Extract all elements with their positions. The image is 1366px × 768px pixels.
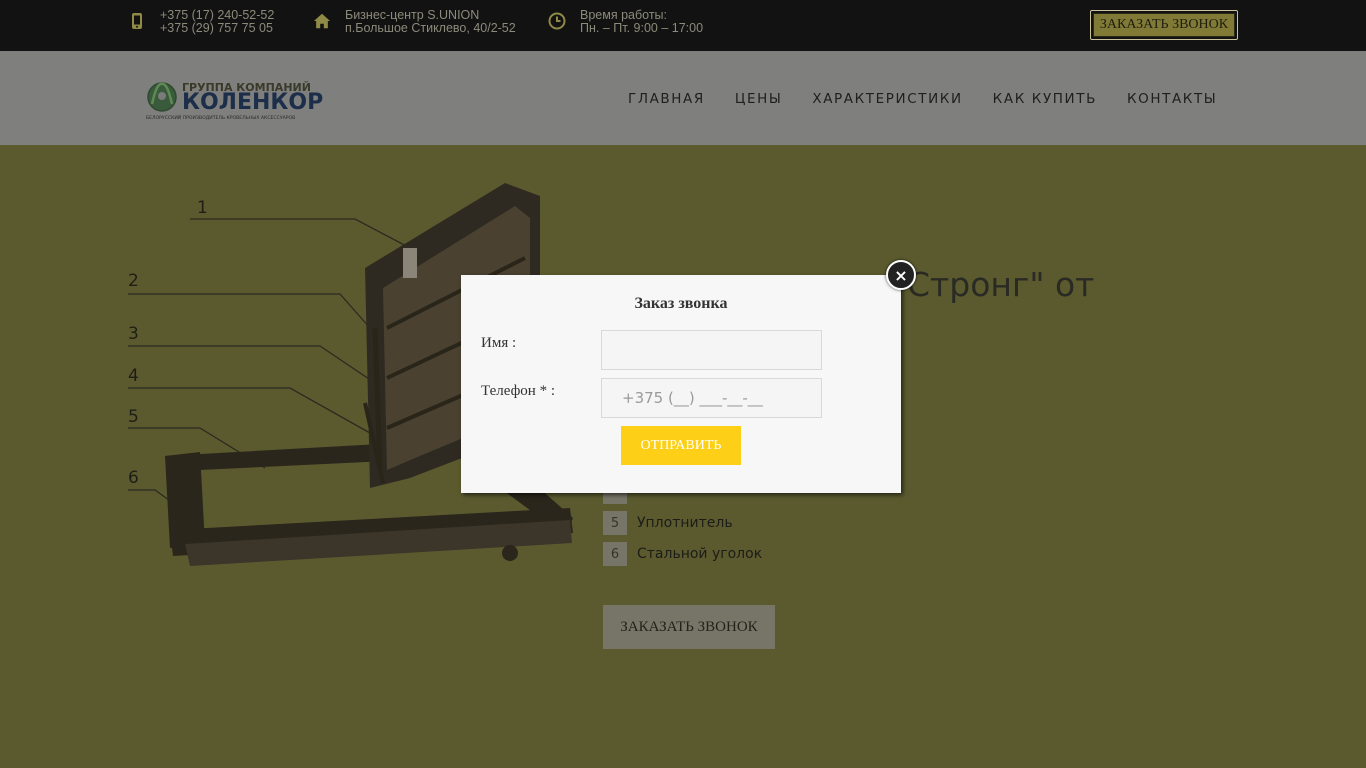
hours-text: Время работы: Пн. – Пт. 9:00 – 17:00 (580, 9, 703, 35)
submit-button[interactable]: ОТПРАВИТЬ (621, 426, 741, 465)
logo-line-3: БЕЛОРУССКИЙ ПРОИЗВОДИТЕЛЬ КРОВЕЛЬНЫХ АКС… (146, 114, 295, 121)
legend-number-badge: 6 (603, 542, 627, 566)
modal-title: Заказ звонка (634, 295, 728, 312)
callout-6: 6 (128, 468, 139, 488)
top-bar: +375 (17) 240-52-52 +375 (29) 757 75 05 … (0, 0, 1366, 51)
callout-5: 5 (128, 407, 139, 427)
address-line-2: п.Большое Стиклево, 40/2-52 (345, 21, 516, 35)
legend-number-badge: 5 (603, 511, 627, 535)
nav-item-characteristics[interactable]: ХАРАКТЕРИСТИКИ (812, 91, 962, 111)
nav-item-how-to-buy[interactable]: КАК КУПИТЬ (993, 91, 1097, 111)
callout-2: 2 (128, 271, 139, 291)
main-nav: ГЛАВНАЯ ЦЕНЫ ХАРАКТЕРИСТИКИ КАК КУПИТЬ К… (628, 91, 1247, 111)
company-logo[interactable]: ГРУППА КОМПАНИЙ КОЛЕНКОР БЕЛОРУССКИЙ ПРО… (144, 76, 334, 122)
clock-icon (548, 12, 566, 30)
logo-emblem-icon (147, 82, 177, 112)
topbar-callback-label: ЗАКАЗАТЬ ЗВОНОК (1093, 13, 1235, 37)
legend-label: Стальной уголок (637, 546, 763, 562)
phone-2[interactable]: +375 (29) 757 75 05 (160, 22, 274, 35)
legend-item: 5 Уплотнитель (603, 511, 733, 535)
page-title-visible: Стронг" от (907, 265, 1095, 304)
phone-input[interactable]: +375 (__) ___-__-__ (601, 378, 822, 418)
contact-hours: Время работы: Пн. – Пт. 9:00 – 17:00 (548, 9, 703, 35)
main-callback-button[interactable]: ЗАКАЗАТЬ ЗВОНОК (603, 605, 775, 649)
name-input[interactable] (601, 330, 822, 370)
legend-label: Уплотнитель (637, 515, 733, 531)
contact-address: Бизнес-центр S.UNION п.Большое Стиклево,… (313, 9, 516, 35)
phones-text: +375 (17) 240-52-52 +375 (29) 757 75 05 (160, 9, 274, 35)
hours-value: Пн. – Пт. 9:00 – 17:00 (580, 21, 704, 35)
contact-phones: +375 (17) 240-52-52 +375 (29) 757 75 05 (128, 9, 274, 35)
callout-3: 3 (128, 324, 139, 344)
callout-1: 1 (197, 198, 208, 218)
legend-item: 6 Стальной уголок (603, 542, 762, 566)
callback-modal: Заказ звонка Имя : Телефон * : +375 (__)… (461, 275, 901, 493)
phone-icon (128, 12, 146, 30)
nav-item-home[interactable]: ГЛАВНАЯ (628, 91, 705, 111)
phone-label: Телефон * : (481, 383, 555, 399)
nav-item-contacts[interactable]: КОНТАКТЫ (1127, 91, 1217, 111)
home-icon (313, 12, 331, 30)
topbar-callback-button[interactable]: ЗАКАЗАТЬ ЗВОНОК (1090, 10, 1238, 40)
logo-line-2: КОЛЕНКОР (182, 90, 323, 115)
name-label: Имя : (481, 335, 517, 351)
callout-4: 4 (128, 366, 139, 386)
close-icon[interactable]: × (886, 260, 916, 290)
address-text: Бизнес-центр S.UNION п.Большое Стиклево,… (345, 9, 516, 35)
nav-item-prices[interactable]: ЦЕНЫ (735, 91, 782, 111)
